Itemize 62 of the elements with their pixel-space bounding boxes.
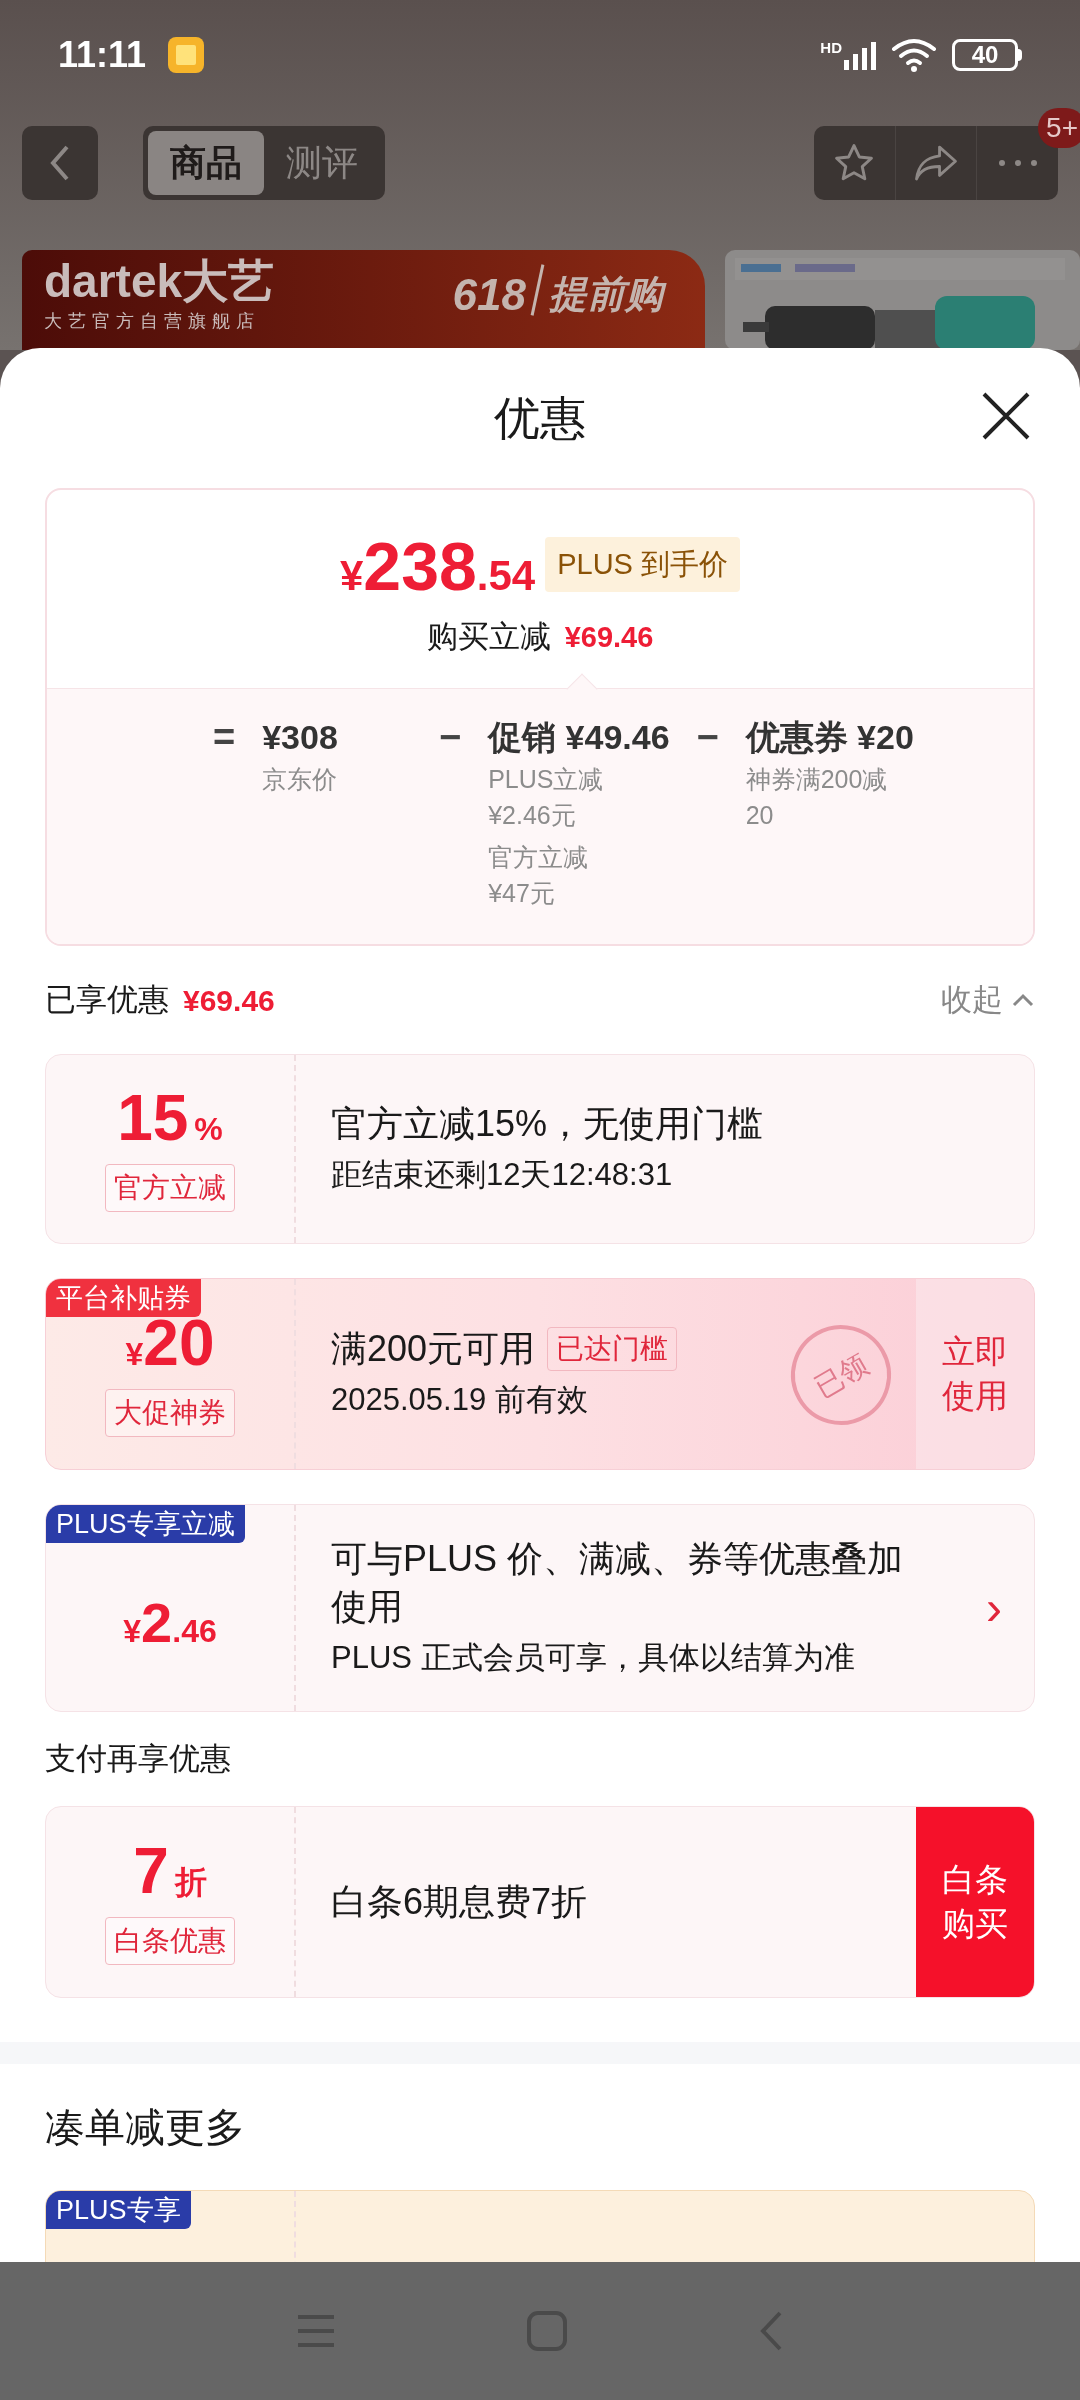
use-button[interactable]: 白条购买: [916, 1807, 1034, 1997]
saving-label: 购买立减: [426, 618, 551, 656]
offer-value: 7 折: [133, 1839, 207, 1903]
signal-icon: [844, 40, 878, 70]
use-button[interactable]: 立即使用: [916, 1279, 1034, 1469]
corner-label: PLUS专享立减: [46, 1505, 245, 1543]
price: ¥238.54: [339, 532, 536, 600]
note: 神券满200减20: [745, 764, 889, 831]
status-badge: 已达门槛: [547, 1326, 678, 1371]
offer-subtitle: PLUS 正式会员可享，具体以结算为准: [331, 1638, 855, 1677]
collapse-toggle[interactable]: 收起: [941, 976, 1035, 1024]
offer-title: 满200元可用: [331, 1326, 536, 1371]
offer-tag: 官方立减: [105, 1164, 235, 1212]
section-label: 已享优惠: [45, 980, 169, 1019]
brand-logo: dartek大艺: [44, 258, 275, 304]
offer-subtitle: 2025.05.19 前有效: [331, 1380, 588, 1419]
store-name: 大艺官方自营旗舰店: [44, 310, 261, 333]
chevron-up-icon: [1011, 992, 1035, 1008]
note: 官方立减¥47元: [488, 842, 590, 909]
offer-value: 15%: [117, 1086, 223, 1150]
back-icon: [49, 144, 71, 182]
price-tag: PLUS 到手价: [545, 536, 740, 592]
section-title: 凑单减更多: [45, 2104, 245, 2151]
section-title: 支付再享优惠: [45, 1739, 231, 1778]
share-icon: [913, 143, 959, 183]
operator-sign: =: [212, 715, 237, 760]
offer-subtitle: 距结束还剩12天12:48:31: [331, 1155, 673, 1194]
offer-tag: 白条优惠: [105, 1917, 235, 1965]
more-icon: [997, 159, 1038, 167]
amount: 优惠券 ¥20: [745, 717, 914, 758]
wifi-icon: [890, 37, 938, 73]
battery-indicator: 40: [952, 39, 1018, 71]
sheet-title: 优惠: [494, 390, 586, 446]
offer-title: 官方立减15%，无使用门槛: [331, 1101, 764, 1146]
offer-tag: 大促神券: [105, 1389, 235, 1437]
offer-value: ¥2.46: [123, 1595, 217, 1651]
offer-title: 可与PLUS 价、满减、券等优惠叠加使用: [331, 1536, 905, 1629]
applied-amount: ¥69.46: [183, 982, 275, 1019]
chevron-right-icon[interactable]: ›: [954, 1505, 1034, 1711]
amount: 促销 ¥49.46: [488, 717, 670, 758]
clock: 11:11: [58, 33, 147, 77]
saving-amount: ¥69.46: [564, 619, 654, 655]
app-icon: [168, 37, 205, 73]
note: PLUS立减¥2.46元: [488, 764, 605, 831]
back-icon: [758, 2310, 784, 2352]
home-icon: [526, 2310, 568, 2352]
corner-label: PLUS专享: [46, 2191, 191, 2229]
operator-sign: −: [438, 715, 463, 760]
back-button[interactable]: [22, 126, 98, 200]
note: 京东价: [262, 764, 339, 795]
menu-icon: [296, 2313, 336, 2349]
close-button[interactable]: [980, 390, 1032, 442]
network-label: HD: [820, 40, 842, 55]
notification-badge: 5+: [1038, 108, 1080, 148]
operator-sign: −: [695, 715, 720, 760]
corner-label: 平台补贴券: [46, 1279, 201, 1317]
tab[interactable]: 测评: [264, 131, 380, 195]
amount: ¥308: [262, 717, 339, 758]
event-label: 618: [452, 269, 526, 321]
tab[interactable]: 商品: [148, 131, 264, 195]
offer-title: 白条6期息费7折: [331, 1880, 588, 1924]
close-icon: [980, 390, 1032, 442]
